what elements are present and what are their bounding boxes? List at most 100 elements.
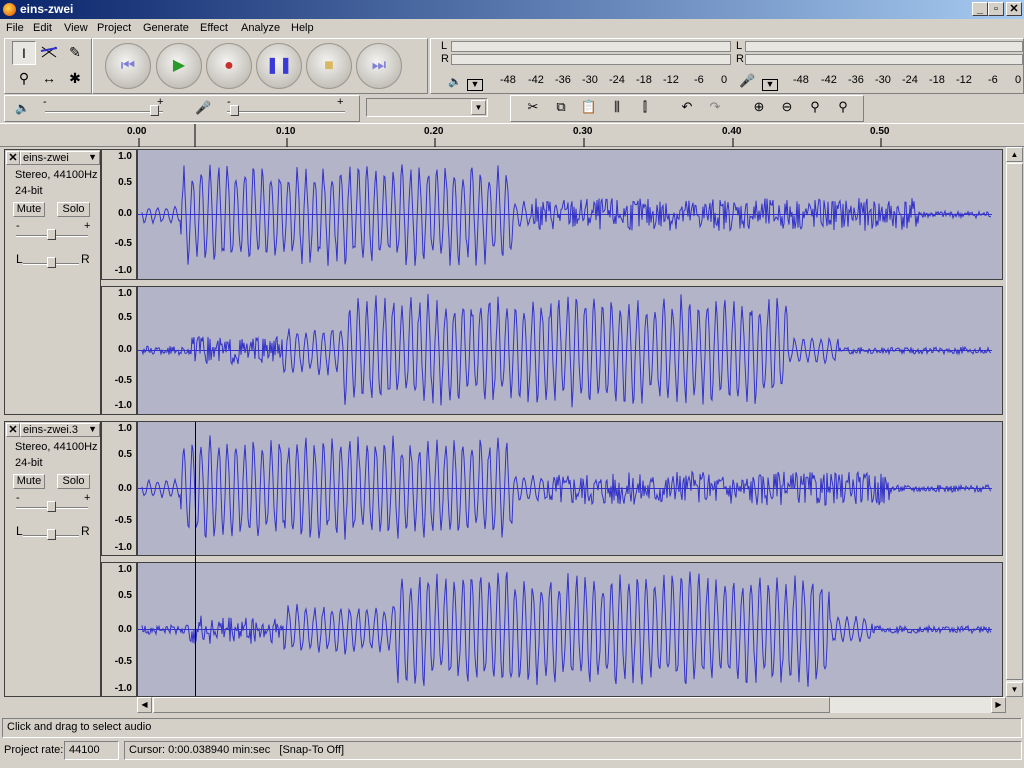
menu-file[interactable]: File: [6, 22, 24, 34]
timeline-ruler[interactable]: 0.00 0.10 0.20 0.30 0.40 0.50: [0, 123, 1024, 148]
waveform-channel[interactable]: [137, 562, 1003, 697]
redo-icon[interactable]: ↷: [702, 96, 728, 120]
rec-tick: -36: [848, 74, 864, 86]
project-rate-field[interactable]: 44100: [64, 741, 119, 760]
mute-button[interactable]: Mute: [13, 474, 45, 489]
paste-icon[interactable]: 📋: [576, 96, 602, 120]
play-tick: 0: [721, 74, 728, 86]
dropdown-arrow-icon: ▼: [88, 424, 97, 434]
ruler-tick-label: 0.50: [870, 126, 890, 137]
dropdown-arrow-icon[interactable]: ▼: [471, 100, 486, 115]
menu-edit[interactable]: Edit: [33, 22, 52, 34]
track-control-panel: ✕ eins-zwei.3 ▼ Stereo, 44100Hz 24-bit M…: [4, 421, 101, 697]
undo-icon[interactable]: ↶: [674, 96, 700, 120]
play-meter-dropdown-icon[interactable]: ▼: [467, 79, 483, 91]
track-name-menu[interactable]: eins-zwei.3 ▼: [20, 423, 100, 437]
amplitude-ruler: 1.0 0.5 0.0 -0.5 -1.0: [101, 149, 137, 280]
minimize-button[interactable]: _: [972, 2, 988, 16]
pan-left-label: L: [16, 252, 23, 266]
menu-project[interactable]: Project: [97, 22, 131, 34]
vertical-scrollbar[interactable]: ▲ ▼: [1006, 147, 1023, 697]
gain-minus-label: -: [16, 492, 20, 504]
rec-meter-dropdown-icon[interactable]: ▼: [762, 79, 778, 91]
zoom-tool-icon[interactable]: ⚲: [12, 67, 36, 91]
rec-tick: -24: [902, 74, 918, 86]
scale-label: 1.0: [118, 151, 132, 162]
copy-icon[interactable]: ⧉: [548, 96, 574, 120]
menu-generate[interactable]: Generate: [143, 22, 189, 34]
track-bits: 24-bit: [15, 185, 43, 197]
skip-start-button[interactable]: ⏮: [105, 43, 151, 89]
skip-end-button[interactable]: ⏭: [356, 43, 402, 89]
track-format: Stereo, 44100Hz: [15, 441, 98, 453]
multi-tool-icon[interactable]: ✱: [63, 67, 87, 91]
silence-icon[interactable]: ⫿: [632, 96, 658, 120]
waveform: [138, 164, 992, 266]
track-name-menu[interactable]: eins-zwei ▼: [20, 151, 100, 165]
title-bar: eins-zwei _ ▫ ✕: [0, 0, 1024, 19]
cut-icon[interactable]: ✂: [520, 96, 546, 120]
vertical-scroll-thumb[interactable]: [1006, 163, 1023, 680]
menu-analyze[interactable]: Analyze: [241, 22, 280, 34]
waveform-trace: [141, 435, 992, 540]
waveform-channel[interactable]: [137, 149, 1003, 280]
output-volume-thumb[interactable]: [150, 105, 159, 116]
microphone-icon: 🎤: [739, 73, 756, 88]
gain-thumb[interactable]: [47, 501, 56, 512]
scale-label: -1.0: [114, 542, 132, 553]
scale-label: 1.0: [118, 288, 132, 299]
fit-selection-icon[interactable]: ⚲: [802, 96, 828, 120]
solo-button[interactable]: Solo: [57, 474, 90, 489]
zoom-in-icon[interactable]: ⊕: [746, 96, 772, 120]
scroll-right-icon[interactable]: ▶: [991, 697, 1006, 713]
fit-project-icon[interactable]: ⚲: [830, 96, 856, 120]
track-name: eins-zwei: [23, 152, 69, 164]
draw-tool-icon[interactable]: ✎: [63, 41, 87, 65]
close-icon[interactable]: ✕: [6, 423, 20, 437]
zoom-out-icon[interactable]: ⊖: [774, 96, 800, 120]
timeshift-tool-icon[interactable]: ↔: [37, 67, 61, 91]
rec-meter-r-label: R: [736, 53, 744, 65]
solo-button[interactable]: Solo: [57, 202, 90, 217]
scale-label: 0.0: [118, 344, 132, 355]
gain-thumb[interactable]: [47, 229, 56, 240]
scroll-up-icon[interactable]: ▲: [1006, 147, 1023, 162]
waveform-channel[interactable]: [137, 421, 1003, 556]
horizontal-scrollbar[interactable]: ◀ ▶: [137, 697, 1006, 713]
pause-button[interactable]: ❚❚: [256, 43, 302, 89]
pan-thumb[interactable]: [47, 529, 56, 540]
input-volume-thumb[interactable]: [230, 105, 239, 116]
play-button[interactable]: ▶: [156, 43, 202, 89]
play-meter-l-label: L: [441, 40, 448, 52]
scale-label: 1.0: [118, 564, 132, 575]
envelope-tool-icon[interactable]: [37, 41, 61, 65]
close-window-button[interactable]: ✕: [1006, 2, 1022, 16]
play-meter-left: [451, 41, 731, 52]
scale-label: 0.5: [118, 312, 132, 323]
maximize-button[interactable]: ▫: [988, 2, 1004, 16]
horizontal-scroll-thumb[interactable]: [153, 697, 830, 713]
pan-right-label: R: [81, 252, 90, 266]
input-volume-slider[interactable]: [227, 111, 345, 113]
scale-label: -0.5: [114, 238, 132, 249]
scale-label: -1.0: [114, 265, 132, 276]
trim-icon[interactable]: ⫼: [604, 96, 630, 120]
mixer-toolbar: 🔈 - + 🎤 - +: [4, 95, 360, 122]
output-volume-icon: 🔈: [15, 101, 30, 115]
record-button[interactable]: ●: [206, 43, 252, 89]
scale-label: 0.5: [118, 590, 132, 601]
selection-tool-icon[interactable]: I: [12, 41, 36, 65]
close-icon[interactable]: ✕: [6, 151, 20, 165]
input-source-select[interactable]: ▼: [366, 98, 488, 117]
scroll-down-icon[interactable]: ▼: [1006, 682, 1023, 697]
output-volume-slider[interactable]: [45, 111, 163, 113]
menu-view[interactable]: View: [64, 22, 88, 34]
stop-button[interactable]: ■: [306, 43, 352, 89]
scale-label: -1.0: [114, 683, 132, 694]
menu-effect[interactable]: Effect: [200, 22, 228, 34]
pan-thumb[interactable]: [47, 257, 56, 268]
scroll-left-icon[interactable]: ◀: [137, 697, 152, 713]
menu-help[interactable]: Help: [291, 22, 314, 34]
waveform-channel[interactable]: [137, 286, 1003, 415]
mute-button[interactable]: Mute: [13, 202, 45, 217]
